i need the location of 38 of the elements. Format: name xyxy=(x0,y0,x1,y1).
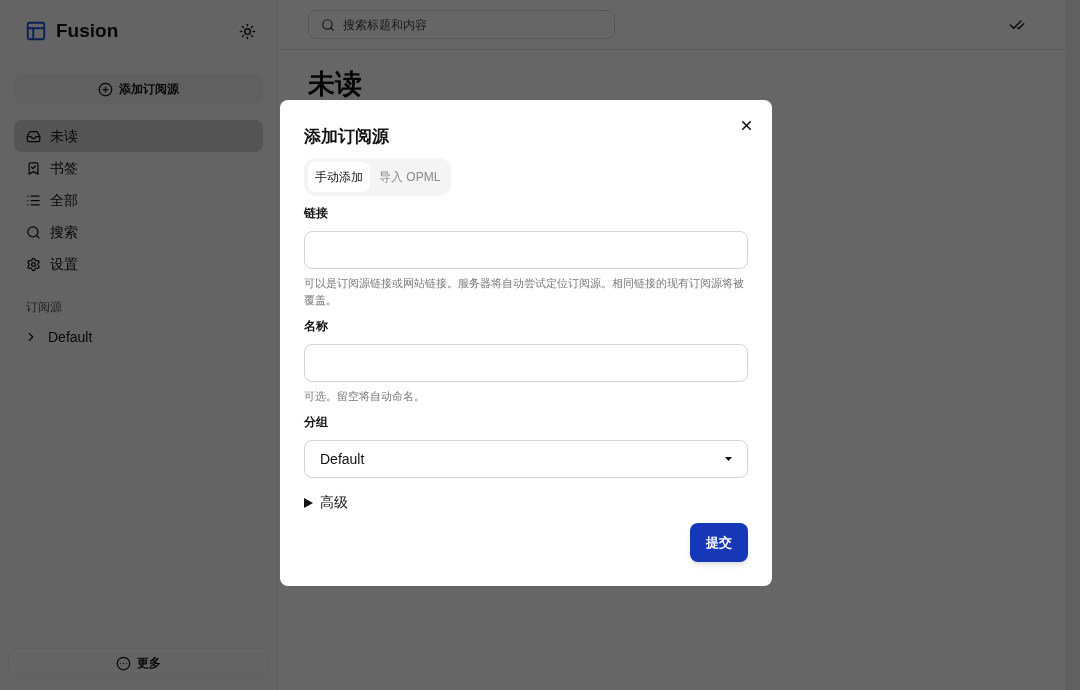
input-field[interactable] xyxy=(304,344,748,382)
nav-item[interactable]: 未读 xyxy=(14,120,263,152)
group-select[interactable]: Default xyxy=(304,440,748,478)
settings-icon xyxy=(26,256,41,272)
input-field[interactable] xyxy=(304,231,748,269)
tab[interactable]: 手动添加 xyxy=(308,162,370,192)
feed-group[interactable]: Default xyxy=(14,325,263,349)
plus-circle-icon xyxy=(98,81,113,97)
field-label: 链接 xyxy=(304,205,329,221)
search-field[interactable]: 搜索标题和内容 xyxy=(308,10,615,39)
help-text: 可选。留空将自动命名。 xyxy=(304,389,426,404)
field-label: 分组 xyxy=(304,414,329,430)
close-icon xyxy=(739,118,754,133)
nav-item[interactable]: 全部 xyxy=(14,184,263,216)
logo-icon xyxy=(25,20,47,42)
nav-item[interactable]: 设置 xyxy=(14,248,263,280)
nav-item[interactable]: 书签 xyxy=(14,152,263,184)
submit-button[interactable]: 提交 xyxy=(690,523,748,562)
search-input[interactable]: 搜索标题和内容 xyxy=(343,15,602,34)
tab[interactable]: 导入 OPML xyxy=(372,162,448,192)
list-icon xyxy=(26,192,41,208)
ellipsis-circle-icon xyxy=(116,655,131,671)
disclosure-triangle-icon xyxy=(304,497,313,508)
search-icon xyxy=(26,224,41,240)
section-title: 订阅源 xyxy=(25,299,63,316)
bookmark-icon xyxy=(26,160,41,176)
page-title: 未读 xyxy=(307,70,363,98)
help-text: 可以是订阅源链接或网站链接。服务器将自动尝试定位订阅源。相同链接的现有订阅源将被覆盖。 xyxy=(304,276,745,308)
field-label: 名称 xyxy=(304,318,329,334)
add-feed-button[interactable]: 添加订阅源 xyxy=(14,74,263,104)
more-button[interactable]: 更多 xyxy=(8,648,269,678)
nav-item[interactable]: 搜索 xyxy=(14,216,263,248)
dropdown-arrow-icon xyxy=(725,457,732,461)
dialog-title: 添加订阅源 xyxy=(304,126,390,148)
app-name: Fusion xyxy=(56,18,119,43)
inbox-icon xyxy=(26,128,41,144)
search-icon xyxy=(321,17,335,32)
advanced-toggle[interactable]: 高级 xyxy=(304,492,348,513)
